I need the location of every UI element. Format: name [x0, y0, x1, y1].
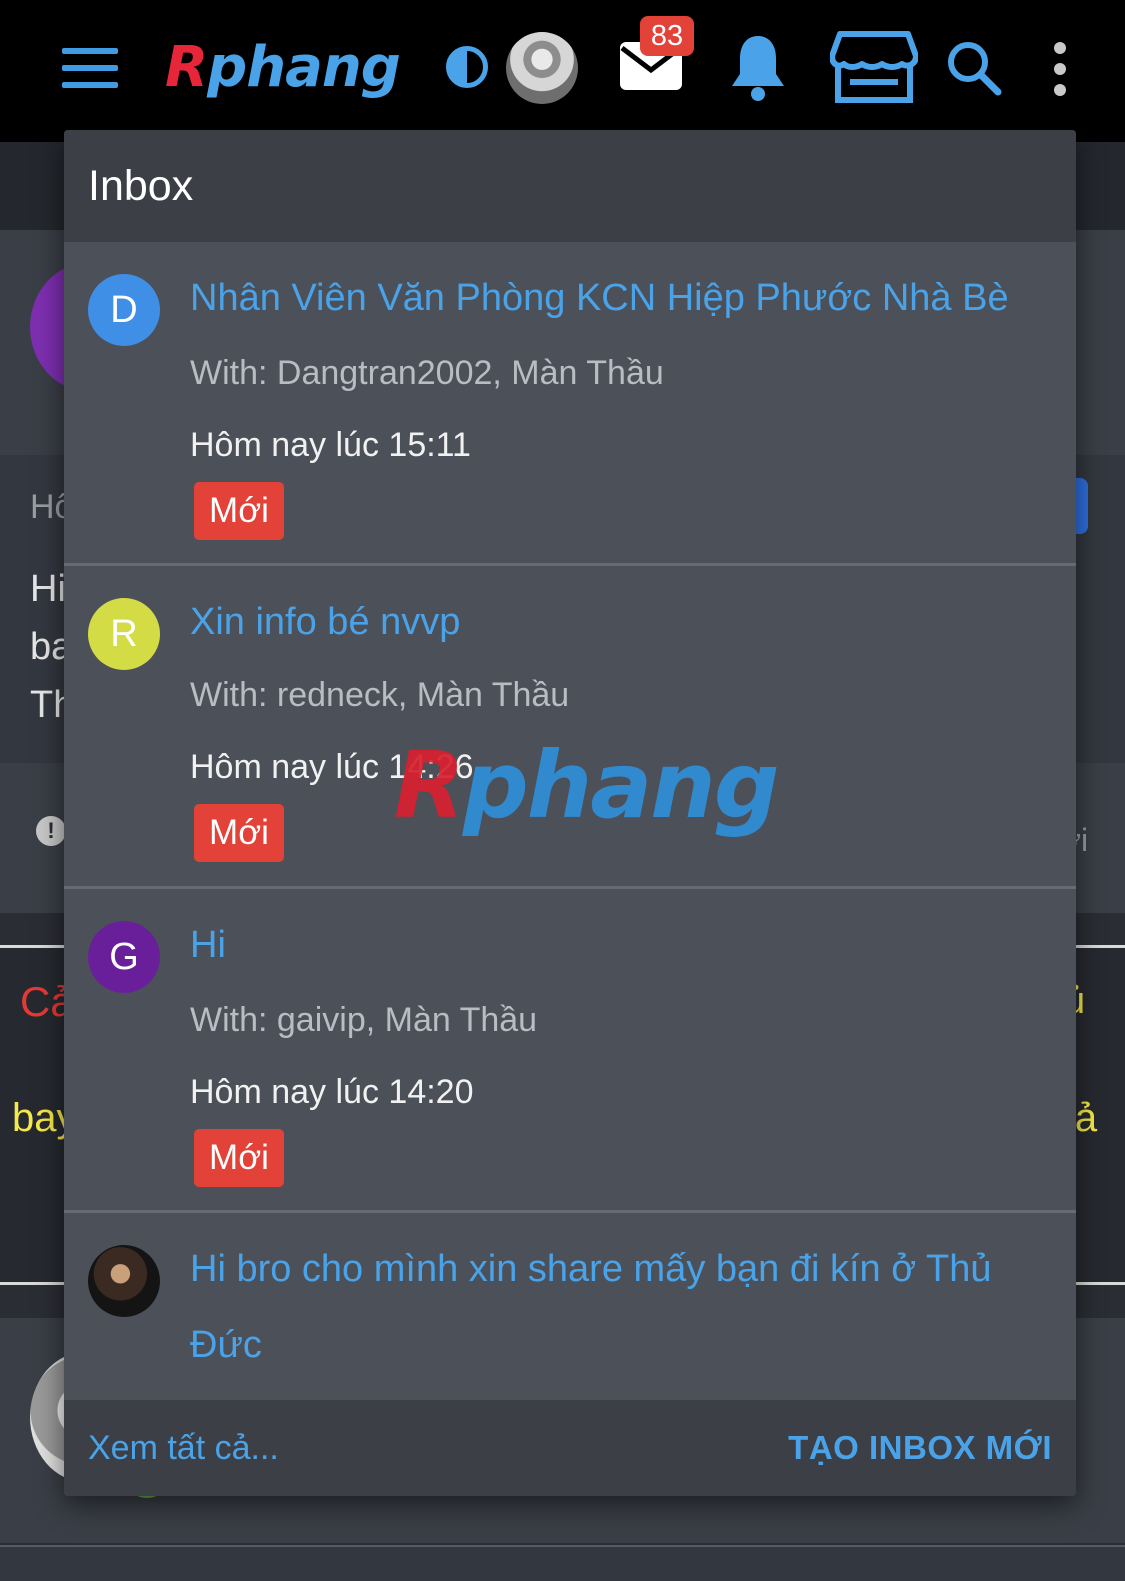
conversation-avatar[interactable]: G	[88, 921, 160, 993]
conversation-avatar[interactable]	[88, 1245, 160, 1317]
contrast-icon[interactable]	[446, 46, 488, 88]
store-icon[interactable]	[830, 30, 918, 104]
user-avatar[interactable]	[506, 32, 578, 104]
more-vertical-icon[interactable]	[1050, 42, 1070, 96]
avatar-initial: G	[109, 935, 139, 978]
search-icon[interactable]	[944, 38, 1002, 96]
conversation-item[interactable]: G Hi With: gaivip, Màn Thầu Hôm nay lúc …	[64, 889, 1076, 1213]
avatar-initial: R	[110, 612, 138, 655]
bell-icon[interactable]	[728, 32, 788, 102]
bg-fragment: Hi	[30, 568, 66, 610]
conversation-item[interactable]: Hi bro cho mình xin share mấy bạn đi kín…	[64, 1213, 1076, 1400]
logo-letters: phang	[207, 34, 401, 100]
new-inbox-button[interactable]: TẠO INBOX MỚI	[788, 1429, 1052, 1467]
hamburger-icon[interactable]	[62, 48, 118, 88]
conversation-participants: With: Dangtran2002, Màn Thầu	[190, 354, 664, 392]
conversation-item[interactable]: D Nhân Viên Văn Phòng KCN Hiệp Phước Nhà…	[64, 242, 1076, 566]
watermark-logo: Rphang	[394, 732, 780, 839]
conversation-avatar[interactable]: R	[88, 598, 160, 670]
conversation-avatar[interactable]: D	[88, 274, 160, 346]
logo-letter-r: R	[165, 34, 208, 100]
conversation-title[interactable]: Hi	[190, 907, 1050, 983]
conversation-participants: With: redneck, Màn Thầu	[190, 676, 570, 714]
avatar-initial: D	[110, 288, 138, 331]
new-badge: Mới	[194, 1129, 284, 1187]
conversation-time: Hôm nay lúc 14:20	[190, 1073, 474, 1111]
conversation-title[interactable]: Nhân Viên Văn Phòng KCN Hiệp Phước Nhà B…	[190, 260, 1050, 336]
conversation-time: Hôm nay lúc 15:11	[190, 426, 471, 464]
watermark-letter-r: R	[394, 732, 465, 839]
new-badge: Mới	[194, 804, 284, 862]
top-app-bar: Rphang 83	[0, 0, 1125, 142]
view-all-link[interactable]: Xem tất cả...	[88, 1429, 279, 1468]
mail-count-badge: 83	[640, 16, 694, 56]
conversation-item[interactable]: R Xin info bé nvvp With: redneck, Màn Th…	[64, 566, 1076, 889]
watermark-letters: phang	[462, 732, 780, 839]
site-logo[interactable]: Rphang	[165, 32, 401, 102]
page-bottom	[0, 1545, 1125, 1581]
conversation-title[interactable]: Xin info bé nvvp	[190, 584, 1050, 660]
inbox-header: Inbox	[64, 130, 1076, 242]
inbox-footer: Xem tất cả... TẠO INBOX MỚI	[64, 1400, 1076, 1496]
report-icon[interactable]: !	[36, 816, 66, 846]
conversation-participants: With: gaivip, Màn Thầu	[190, 1001, 538, 1039]
conversation-title[interactable]: Hi bro cho mình xin share mấy bạn đi kín…	[190, 1231, 1050, 1383]
inbox-title: Inbox	[88, 161, 194, 210]
new-badge: Mới	[194, 482, 284, 540]
